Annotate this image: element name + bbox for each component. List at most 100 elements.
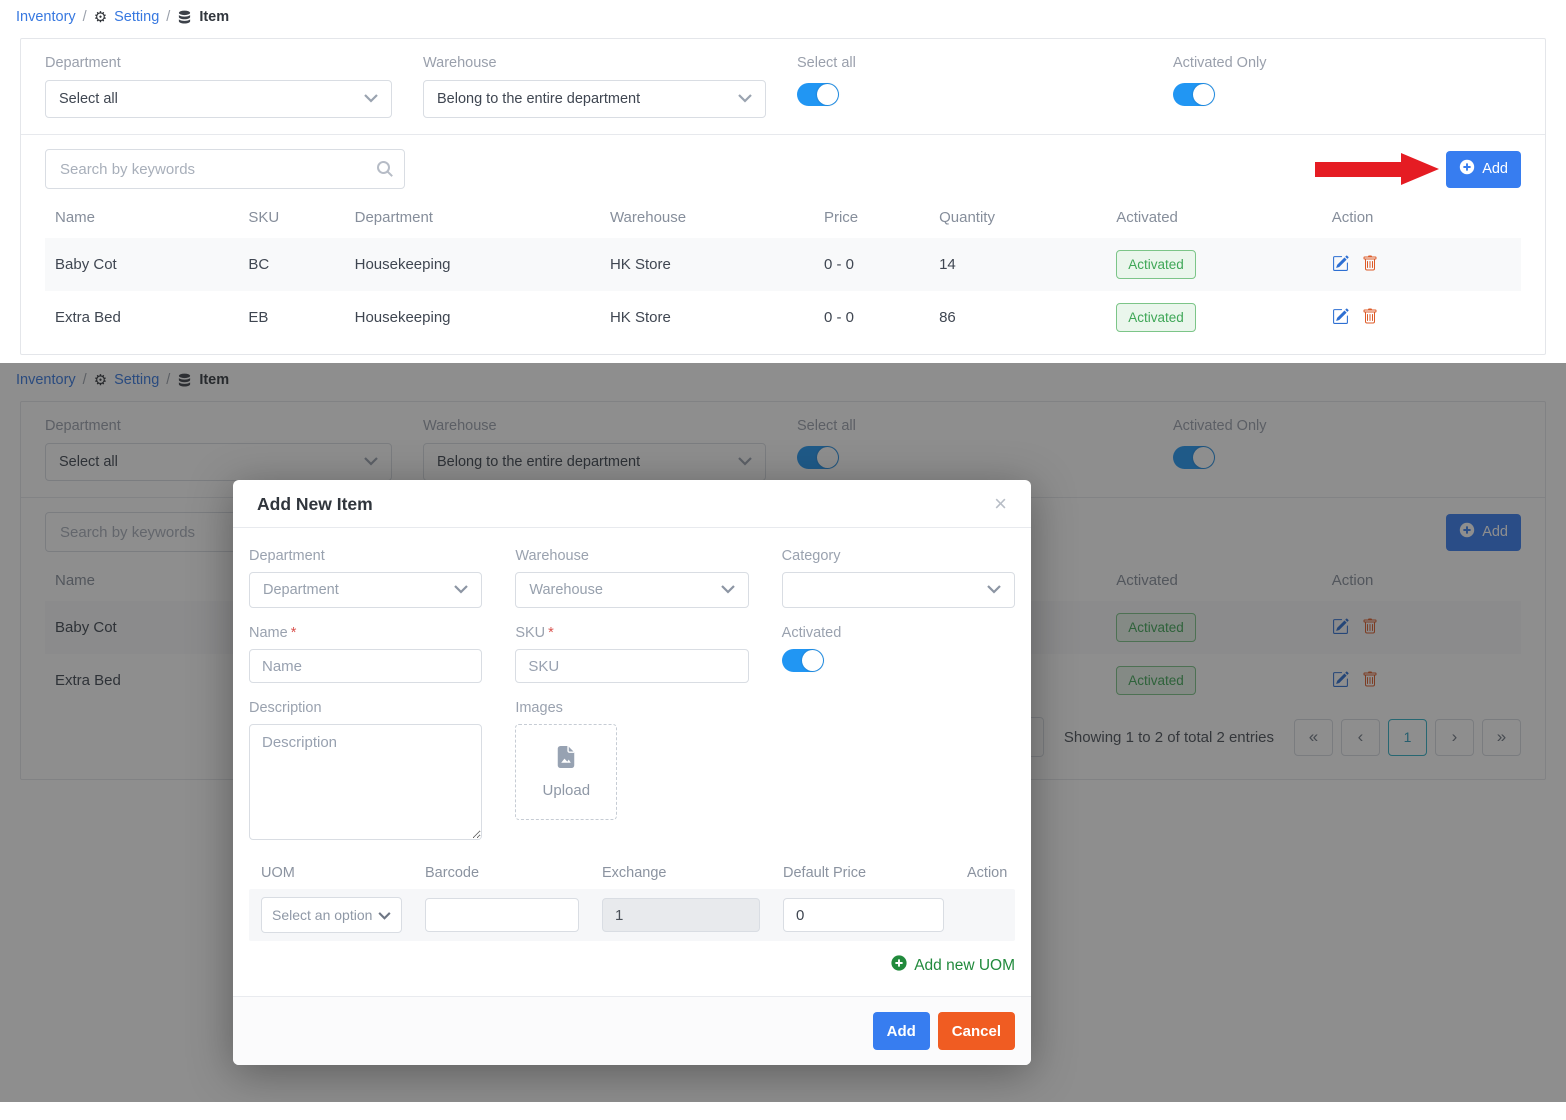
modal-department-label: Department	[249, 548, 482, 564]
gear-icon: ⚙	[94, 10, 107, 25]
search-input[interactable]	[45, 149, 405, 189]
warehouse-filter-select[interactable]: Belong to the entire department	[423, 80, 766, 118]
cell-sku: BC	[238, 238, 344, 291]
col-header-action: Action	[1322, 199, 1521, 238]
toolbar: Add	[45, 149, 1521, 189]
uom-row: Select an option	[249, 889, 1015, 941]
delete-button[interactable]	[1362, 308, 1378, 328]
table-row: Baby Cot BC Housekeeping HK Store 0 - 0 …	[45, 238, 1521, 291]
activated-only-toggle[interactable]	[1173, 83, 1215, 106]
chevron-down-icon	[987, 582, 1001, 598]
add-uom-row: Add new UOM	[249, 955, 1015, 976]
modal-name-field: Name*	[249, 625, 482, 683]
cell-price: 0 - 0	[814, 291, 929, 344]
cell-quantity: 86	[929, 291, 1106, 344]
modal-name-label: Name	[249, 625, 288, 641]
modal-department-field: Department Department	[249, 548, 482, 608]
add-new-uom-button[interactable]: Add new UOM	[891, 955, 1015, 976]
modal-body: Department Department Warehouse Warehous…	[233, 528, 1031, 996]
breadcrumb-setting-link[interactable]: Setting	[114, 9, 159, 25]
activated-only-filter: Activated Only	[1173, 55, 1267, 118]
breadcrumb-current-item: Item	[199, 9, 229, 25]
chevron-down-icon	[738, 91, 752, 107]
modal-row-name-sku: Name* SKU* Activated	[249, 625, 1015, 683]
add-new-uom-label: Add new UOM	[914, 957, 1015, 975]
select-all-label: Select all	[797, 55, 1142, 71]
modal-cancel-button[interactable]: Cancel	[938, 1012, 1015, 1050]
cell-name: Extra Bed	[45, 291, 238, 344]
breadcrumb-separator: /	[166, 9, 170, 25]
modal-name-input[interactable]	[249, 649, 482, 683]
items-table: Name SKU Department Warehouse Price Quan…	[45, 199, 1521, 344]
department-filter: Department Select all	[45, 55, 392, 118]
cell-name: Baby Cot	[45, 238, 238, 291]
exchange-col-header: Exchange	[602, 865, 760, 881]
cell-price: 0 - 0	[814, 238, 929, 291]
select-all-filter: Select all	[797, 55, 1142, 118]
modal-activated-field: Activated	[782, 625, 1015, 683]
chevron-down-icon	[378, 907, 391, 923]
add-button-label: Add	[1482, 161, 1508, 177]
trash-icon	[1362, 308, 1378, 328]
modal-sku-input[interactable]	[515, 649, 748, 683]
table-row: Extra Bed EB Housekeeping HK Store 0 - 0…	[45, 291, 1521, 344]
warehouse-filter: Warehouse Belong to the entire departmen…	[423, 55, 766, 118]
modal-activated-label: Activated	[782, 625, 1015, 641]
edit-button[interactable]	[1332, 255, 1349, 275]
cell-department: Housekeeping	[345, 291, 600, 344]
search-icon	[376, 160, 394, 183]
modal-warehouse-select[interactable]: Warehouse	[515, 572, 748, 608]
upload-label: Upload	[543, 782, 591, 799]
modal-category-field: Category	[782, 548, 1015, 608]
close-icon[interactable]: ×	[994, 493, 1007, 515]
edit-icon	[1332, 255, 1349, 275]
plus-circle-green-icon	[891, 955, 907, 976]
item-list-card: Department Select all Warehouse Belong t…	[20, 38, 1546, 355]
uom-default-price-input[interactable]	[783, 898, 944, 932]
col-header-sku: SKU	[238, 199, 344, 238]
col-header-price: Price	[814, 199, 929, 238]
uom-barcode-input[interactable]	[425, 898, 579, 932]
modal-category-select[interactable]	[782, 572, 1015, 608]
modal-add-button[interactable]: Add	[873, 1012, 930, 1050]
page-bottom-strip	[0, 1102, 1566, 1120]
cell-warehouse: HK Store	[600, 238, 814, 291]
table-header-row: Name SKU Department Warehouse Price Quan…	[45, 199, 1521, 238]
filter-bar: Department Select all Warehouse Belong t…	[45, 55, 1521, 134]
modal-warehouse-field: Warehouse Warehouse	[515, 548, 748, 608]
modal-description-label: Description	[249, 700, 482, 716]
modal-row-selects: Department Department Warehouse Warehous…	[249, 548, 1015, 608]
trash-icon	[1362, 255, 1378, 275]
add-item-button[interactable]: Add	[1446, 151, 1521, 188]
uom-col-header: UOM	[261, 865, 402, 881]
col-header-activated: Activated	[1106, 199, 1321, 238]
department-filter-select[interactable]: Select all	[45, 80, 392, 118]
breadcrumb-inventory-link[interactable]: Inventory	[16, 9, 76, 25]
edit-icon	[1332, 308, 1349, 328]
modal-images-label: Images	[515, 700, 748, 716]
chevron-down-icon	[454, 582, 468, 598]
breadcrumb: Inventory / ⚙ Setting / Item	[0, 0, 1566, 33]
uom-select[interactable]: Select an option	[261, 897, 402, 933]
default-price-col-header: Default Price	[783, 865, 944, 881]
barcode-col-header: Barcode	[425, 865, 579, 881]
edit-button[interactable]	[1332, 308, 1349, 328]
col-header-quantity: Quantity	[929, 199, 1106, 238]
modal-department-select[interactable]: Department	[249, 572, 482, 608]
chevron-down-icon	[364, 91, 378, 107]
uom-table-header: UOM Barcode Exchange Default Price Actio…	[249, 865, 1015, 881]
modal-sku-field: SKU*	[515, 625, 748, 683]
breadcrumb-separator: /	[83, 9, 87, 25]
col-header-name: Name	[45, 199, 238, 238]
item-list-screen-dimmed: Inventory / ⚙ Setting / Item Department …	[0, 363, 1566, 1102]
delete-button[interactable]	[1362, 255, 1378, 275]
add-new-item-modal: Add New Item × Department Department War…	[233, 480, 1031, 1065]
modal-activated-toggle[interactable]	[782, 649, 824, 672]
arrow-shaft	[1315, 162, 1401, 177]
select-all-toggle[interactable]	[797, 83, 839, 106]
modal-row-description-images: Description Images Upload	[249, 700, 1015, 845]
modal-sku-label: SKU	[515, 625, 545, 641]
modal-warehouse-label: Warehouse	[515, 548, 748, 564]
modal-description-textarea[interactable]	[249, 724, 482, 840]
image-upload-dropzone[interactable]: Upload	[515, 724, 617, 820]
